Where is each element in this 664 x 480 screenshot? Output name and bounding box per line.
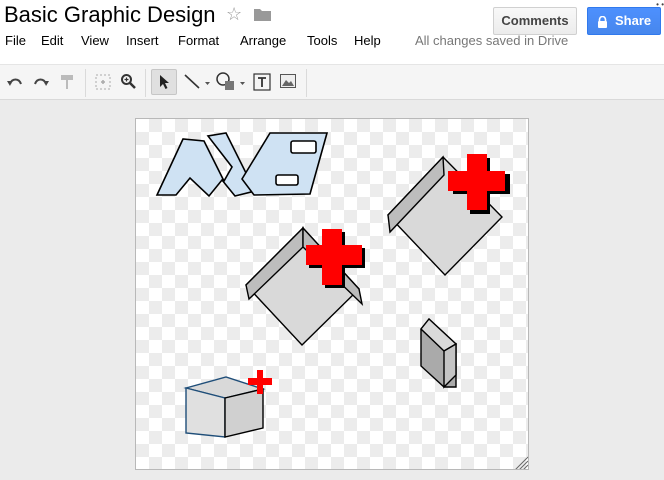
share-label: Share xyxy=(615,13,652,28)
menu-view[interactable]: View xyxy=(81,33,109,48)
folder-icon[interactable] xyxy=(254,8,271,21)
zoom-button[interactable] xyxy=(117,69,139,95)
lock-icon xyxy=(598,16,607,28)
share-button[interactable]: Share xyxy=(587,7,661,35)
logo-cutout-bottom xyxy=(275,174,299,186)
paint-format-button[interactable] xyxy=(56,69,78,95)
image-icon xyxy=(280,74,296,88)
text-box-icon xyxy=(253,73,271,91)
select-region-button[interactable] xyxy=(91,69,115,95)
menu-format[interactable]: Format xyxy=(178,33,219,48)
logo-cutout-top xyxy=(290,140,317,154)
select-tool-button[interactable] xyxy=(151,69,177,95)
menu-tools[interactable]: Tools xyxy=(307,33,337,48)
menu-edit[interactable]: Edit xyxy=(41,33,63,48)
drawing-canvas[interactable] xyxy=(135,118,529,470)
logo-letter-a-shape[interactable] xyxy=(155,132,257,198)
redo-button[interactable] xyxy=(30,69,52,95)
redo-icon xyxy=(34,78,49,86)
undo-icon xyxy=(7,78,22,86)
zoom-icon xyxy=(121,74,136,89)
toolbar xyxy=(0,64,664,100)
document-title[interactable]: Basic Graphic Design xyxy=(4,2,216,28)
menu-insert[interactable]: Insert xyxy=(126,33,159,48)
menu-file[interactable]: File xyxy=(5,33,26,48)
menu-arrange[interactable]: Arrange xyxy=(240,33,286,48)
shape-icon xyxy=(216,72,245,90)
small-block[interactable] xyxy=(420,317,458,389)
toolbar-separator xyxy=(145,69,146,97)
menu-help[interactable]: Help xyxy=(354,33,381,48)
star-icon[interactable]: ☆ xyxy=(226,4,242,25)
paint-format-icon xyxy=(61,75,73,89)
toolbar-separator xyxy=(85,69,86,97)
line-tool-button[interactable] xyxy=(180,69,212,95)
chevron-down-icon xyxy=(205,82,210,85)
drawing-svg xyxy=(155,132,528,470)
line-icon xyxy=(184,74,210,89)
shape-tool-button[interactable] xyxy=(213,69,249,95)
toolbar-separator xyxy=(306,69,307,97)
logo-shapes[interactable] xyxy=(155,132,329,198)
cube[interactable] xyxy=(183,376,266,438)
comments-button[interactable]: Comments xyxy=(493,7,577,35)
chevron-down-icon xyxy=(240,82,245,85)
resize-handle-icon[interactable] xyxy=(514,456,528,470)
text-box-button[interactable] xyxy=(250,69,274,95)
select-region-icon xyxy=(95,74,111,90)
undo-button[interactable] xyxy=(4,69,26,95)
app-header: Basic Graphic Design ☆ • • Comments Shar… xyxy=(0,0,664,64)
image-button[interactable] xyxy=(277,69,299,95)
select-arrow-icon xyxy=(160,75,169,89)
save-status: All changes saved in Drive xyxy=(415,33,569,48)
